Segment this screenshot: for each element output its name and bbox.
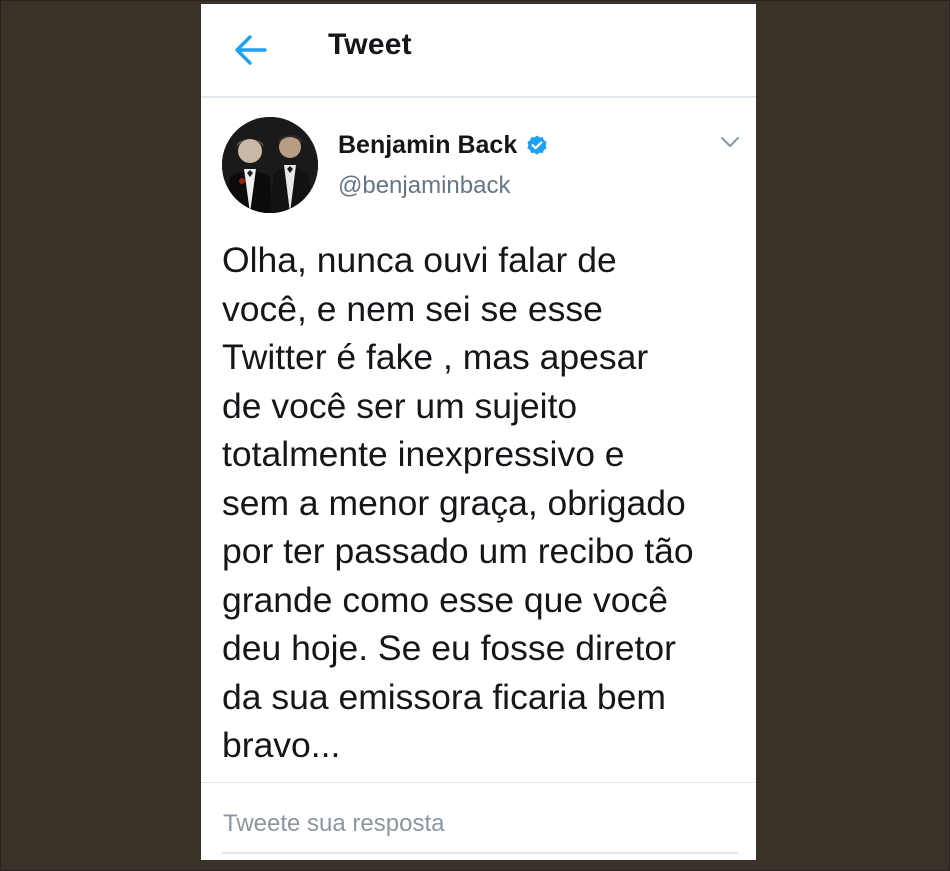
reply-input[interactable] <box>222 804 738 854</box>
top-bar: Tweet <box>201 4 756 98</box>
author-name-row[interactable]: Benjamin Back <box>338 131 549 160</box>
tweet-screen: Tweet Benjamin Back @benjaminback Olha, … <box>201 4 756 860</box>
user-handle[interactable]: @benjaminback <box>338 172 510 200</box>
chevron-down-icon[interactable] <box>719 134 741 150</box>
page-title: Tweet <box>328 28 412 61</box>
avatar[interactable] <box>222 117 318 213</box>
divider <box>201 782 756 783</box>
avatar-image <box>222 117 318 213</box>
tweet-text: Olha, nunca ouvi falar de você, e nem se… <box>222 240 694 765</box>
display-name: Benjamin Back <box>338 131 518 159</box>
arrow-left-icon[interactable] <box>231 30 271 70</box>
verified-badge-icon <box>527 135 547 155</box>
